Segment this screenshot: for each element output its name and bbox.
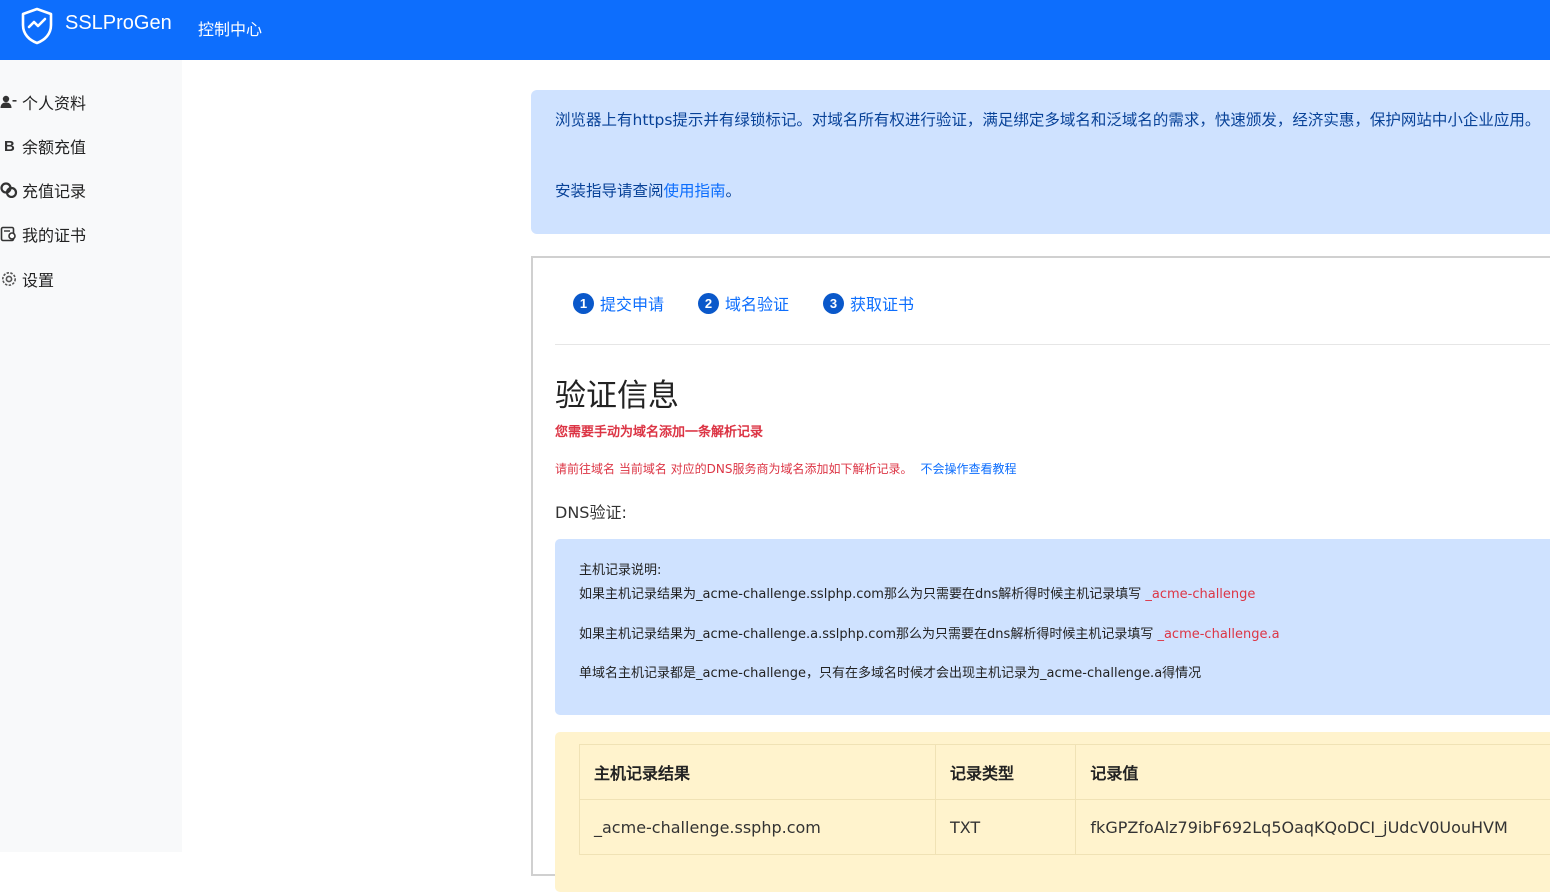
verification-card: 1 提交申请 2 域名验证 3 获取证书 验证信息 您需要手动为域名添加一条解析… bbox=[531, 256, 1550, 876]
manual-record-warning: 您需要手动为域名添加一条解析记录 bbox=[555, 421, 763, 440]
sidebar-item-settings[interactable]: 设置 bbox=[0, 265, 182, 293]
note-value: _acme-challenge.a bbox=[1157, 627, 1279, 642]
step-number: 2 bbox=[698, 293, 719, 314]
dns-instruction-text: 请前往域名 当前域名 对应的DNS服务商为域名添加如下解析记录。 bbox=[555, 462, 912, 476]
sidebar-item-label: 我的证书 bbox=[22, 222, 86, 246]
divider bbox=[555, 344, 1550, 345]
install-guide-line: 安装指导请查阅使用指南。 bbox=[555, 179, 741, 201]
sidebar-item-label: 设置 bbox=[22, 267, 54, 291]
brand-name[interactable]: SSLProGen bbox=[65, 12, 172, 35]
table-row: _acme-challenge.ssphp.com TXT fkGPZfoAlz… bbox=[580, 800, 1550, 855]
certificate-icon bbox=[0, 226, 22, 242]
notes-heading: 主机记录说明: bbox=[579, 559, 661, 578]
step-label: 提交申请 bbox=[600, 291, 664, 315]
tutorial-link[interactable]: 不会操作查看教程 bbox=[920, 462, 1016, 476]
table-header-row: 主机记录结果 记录类型 记录值 bbox=[580, 745, 1550, 800]
note-line-3: 单域名主机记录都是_acme-challenge，只有在多域名时候才会出现主机记… bbox=[579, 662, 1201, 681]
top-navbar: SSLProGen 控制中心 bbox=[0, 0, 1550, 60]
step-domain-verification[interactable]: 2 域名验证 bbox=[698, 291, 789, 315]
gear-icon bbox=[0, 270, 22, 288]
step-label: 获取证书 bbox=[850, 291, 914, 315]
host-record-notes: 主机记录说明: 如果主机记录结果为_acme-challenge.sslphp.… bbox=[555, 539, 1550, 715]
sidebar-item-profile[interactable]: 个人资料 bbox=[0, 88, 182, 116]
sidebar-item-recharge[interactable]: B 余额充值 bbox=[0, 132, 182, 160]
note-line-1: 如果主机记录结果为_acme-challenge.sslphp.com那么为只需… bbox=[579, 583, 1255, 602]
column-header: 主机记录结果 bbox=[580, 745, 936, 800]
step-number: 1 bbox=[573, 293, 594, 314]
sidebar: 个人资料 B 余额充值 充值记录 我的证书 设置 bbox=[0, 60, 182, 852]
coins-icon bbox=[0, 182, 22, 198]
dns-instruction: 请前往域名 当前域名 对应的DNS服务商为域名添加如下解析记录。不会操作查看教程 bbox=[555, 460, 1016, 477]
user-icon bbox=[0, 95, 22, 109]
note-value: _acme-challenge bbox=[1145, 587, 1255, 602]
usage-guide-link[interactable]: 使用指南 bbox=[664, 182, 726, 200]
dns-record-table: 主机记录结果 记录类型 记录值 _acme-challenge.ssphp.co… bbox=[579, 744, 1550, 855]
dns-verification-label: DNS验证: bbox=[555, 499, 627, 523]
step-get-certificate[interactable]: 3 获取证书 bbox=[823, 291, 914, 315]
step-submit-application[interactable]: 1 提交申请 bbox=[573, 291, 664, 315]
step-number: 3 bbox=[823, 293, 844, 314]
record-type-cell[interactable]: TXT bbox=[935, 800, 1075, 855]
column-header: 记录类型 bbox=[935, 745, 1075, 800]
guide-suffix: 。 bbox=[726, 182, 742, 200]
step-label: 域名验证 bbox=[725, 291, 789, 315]
note-line-2: 如果主机记录结果为_acme-challenge.a.sslphp.com那么为… bbox=[579, 623, 1280, 642]
guide-prefix: 安装指导请查阅 bbox=[555, 182, 664, 200]
host-record-cell[interactable]: _acme-challenge.ssphp.com bbox=[580, 800, 936, 855]
note-text: 如果主机记录结果为_acme-challenge.sslphp.com那么为只需… bbox=[579, 587, 1141, 602]
column-header: 记录值 bbox=[1076, 745, 1550, 800]
sidebar-item-label: 充值记录 bbox=[22, 178, 86, 202]
info-alert: 浏览器上有https提示并有绿锁标记。对域名所有权进行验证，满足绑定多域名和泛域… bbox=[531, 90, 1550, 234]
record-value-cell[interactable]: fkGPZfoAlz79ibF692Lq5OaqKQoDCI_jUdcV0Uou… bbox=[1076, 800, 1550, 855]
sidebar-item-label: 余额充值 bbox=[22, 134, 86, 158]
bitcoin-icon: B bbox=[0, 138, 22, 155]
control-center-link[interactable]: 控制中心 bbox=[198, 16, 262, 40]
shield-check-icon[interactable] bbox=[20, 7, 54, 45]
sidebar-item-label: 个人资料 bbox=[22, 90, 86, 114]
step-indicator: 1 提交申请 2 域名验证 3 获取证书 bbox=[573, 291, 948, 315]
page-title: 验证信息 bbox=[555, 370, 679, 415]
note-text: 如果主机记录结果为_acme-challenge.a.sslphp.com那么为… bbox=[579, 627, 1153, 642]
sidebar-item-my-certificates[interactable]: 我的证书 bbox=[0, 220, 182, 248]
dns-record-panel: 主机记录结果 记录类型 记录值 _acme-challenge.ssphp.co… bbox=[555, 732, 1550, 892]
sidebar-item-recharge-records[interactable]: 充值记录 bbox=[0, 176, 182, 204]
info-alert-text: 浏览器上有https提示并有绿锁标记。对域名所有权进行验证，满足绑定多域名和泛域… bbox=[555, 107, 1550, 134]
